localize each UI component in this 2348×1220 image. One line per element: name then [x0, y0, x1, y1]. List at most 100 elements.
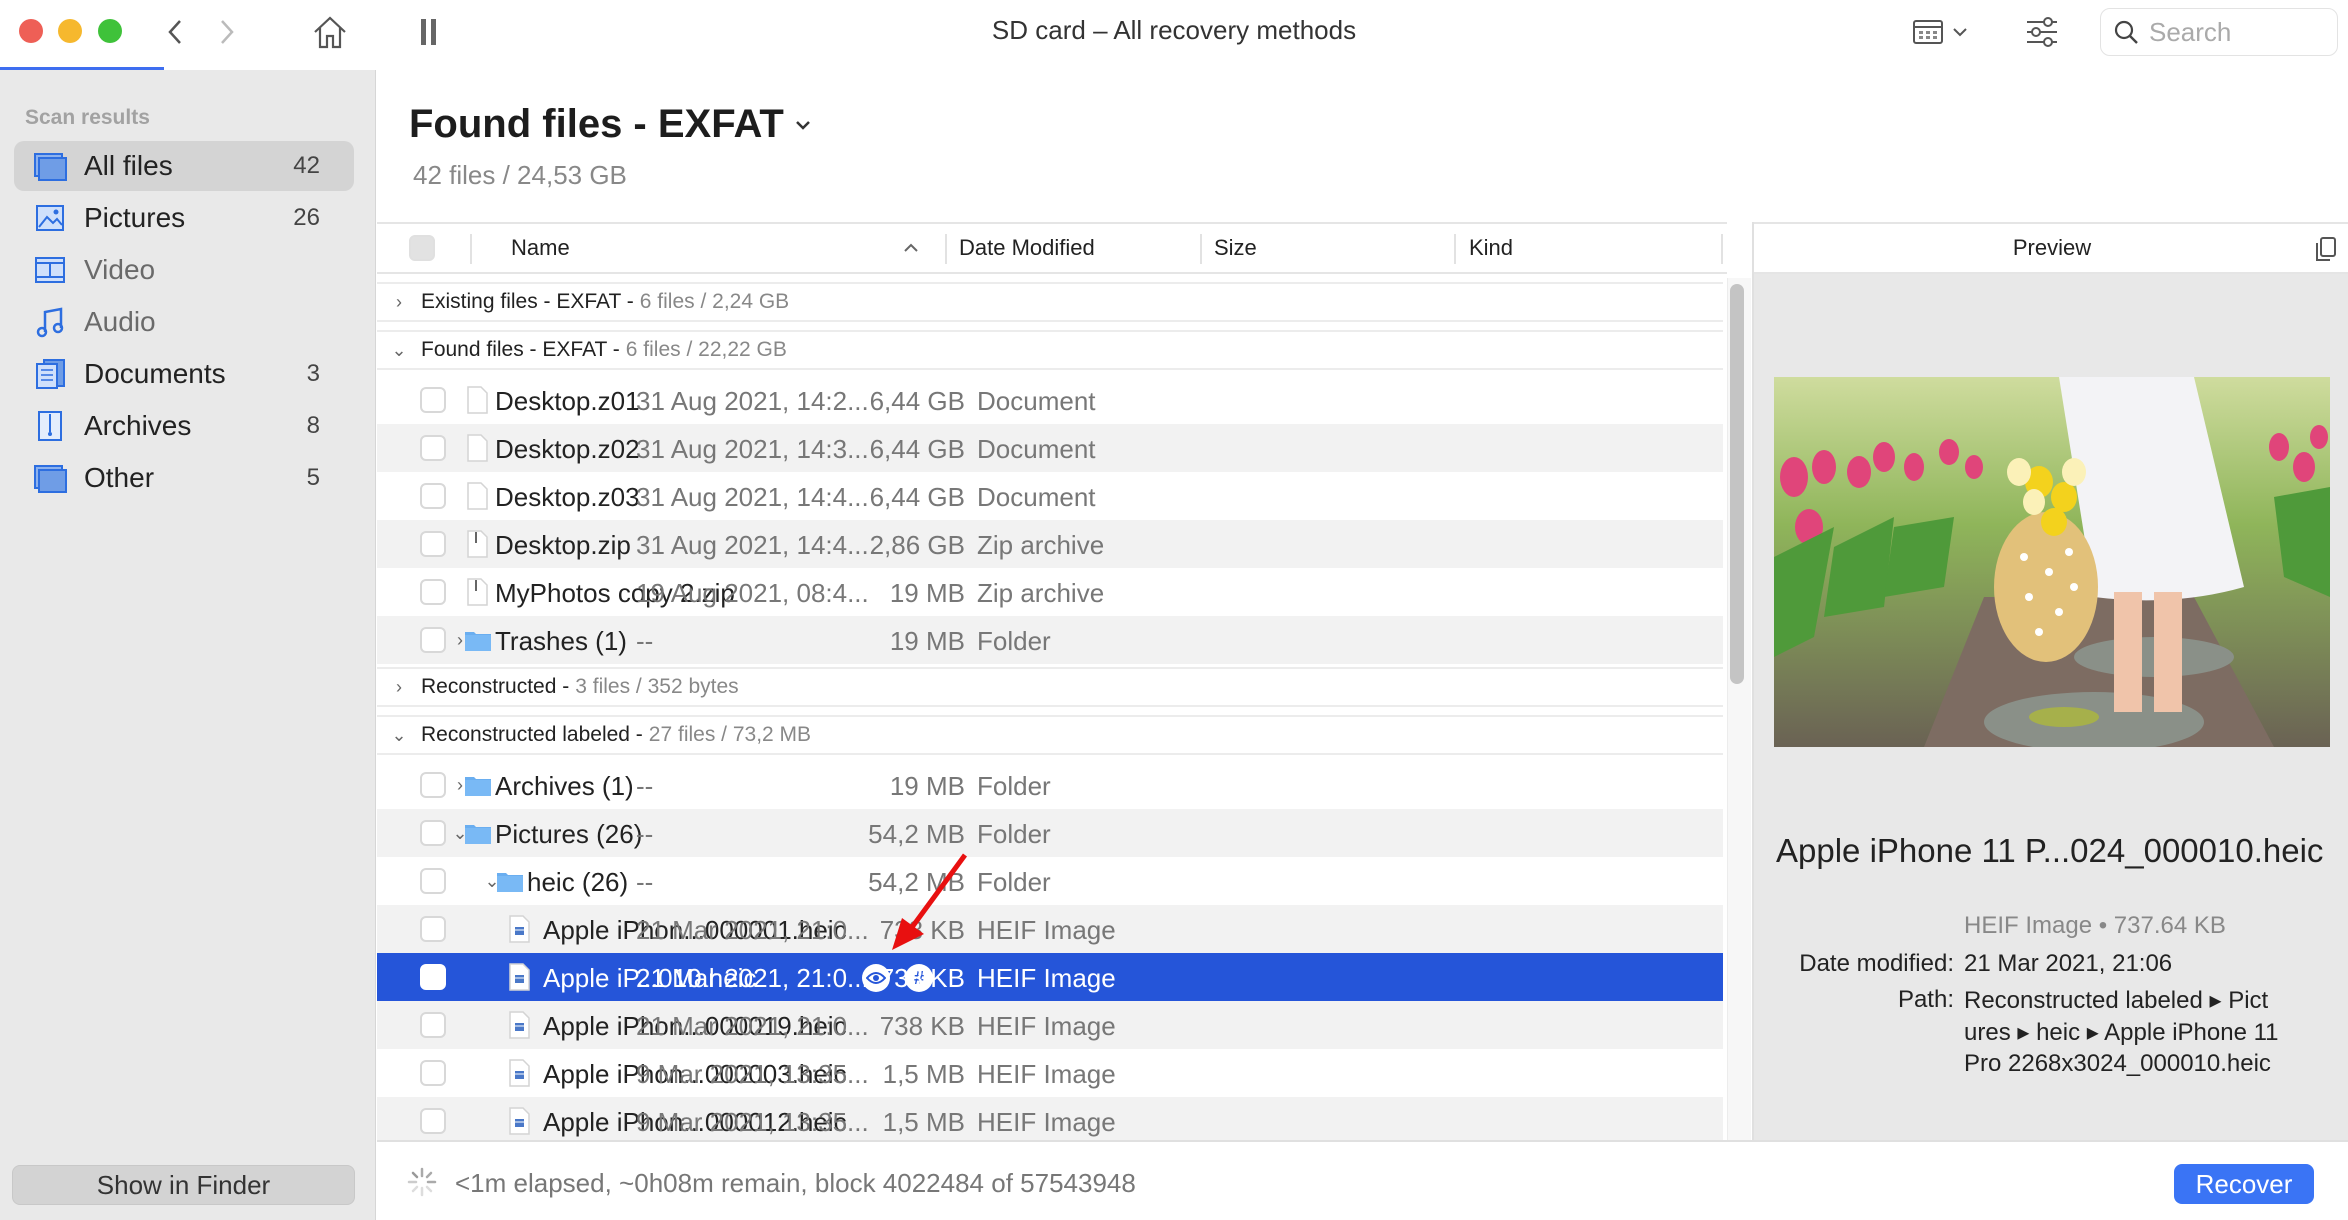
- row-checkbox[interactable]: [420, 820, 446, 846]
- column-header-date-label: Date Modified: [959, 235, 1095, 260]
- chevron-right-icon[interactable]: ›: [377, 677, 421, 698]
- row-checkbox[interactable]: [420, 868, 446, 894]
- pause-button[interactable]: [414, 12, 444, 52]
- preview-header: Preview: [1754, 222, 2348, 274]
- chevron-left-icon: [168, 20, 181, 44]
- file-size: 19 MB: [889, 771, 965, 801]
- table-row[interactable]: MyPhotos copy 2.zip 19 Aug 2021, 08:4... 1…: [377, 568, 1723, 616]
- copy-icon[interactable]: [2312, 236, 2338, 262]
- group-row-existing-files[interactable]: › Existing files - EXFAT - 6 files / 2,2…: [377, 282, 1723, 322]
- file-size: 738 KB: [879, 915, 965, 945]
- sidebar-item-label: Pictures: [84, 202, 186, 233]
- table-row[interactable]: Apple iPhon...000001.heic 21 Mar 2021, 21…: [377, 905, 1723, 953]
- table-row[interactable]: › Trashes (1) -- 19 MB Folder: [377, 616, 1723, 664]
- search-input[interactable]: [2149, 16, 2319, 48]
- file-name: Desktop.z01: [495, 386, 640, 416]
- column-separator[interactable]: [945, 234, 947, 264]
- table-row[interactable]: Apple iPhon...000012.heic 9 Mar 2021, 13:…: [377, 1097, 1723, 1140]
- column-separator[interactable]: [1454, 234, 1456, 264]
- select-all-checkbox-cell[interactable]: [409, 224, 435, 272]
- back-button[interactable]: [160, 12, 190, 52]
- show-in-finder-button[interactable]: Show in Finder: [12, 1165, 355, 1205]
- archives-icon: [30, 406, 70, 446]
- row-checkbox[interactable]: [420, 1060, 446, 1086]
- sidebar-item-documents[interactable]: Documents 3: [14, 349, 354, 399]
- recover-button[interactable]: Recover: [2174, 1164, 2314, 1204]
- file-kind: Document: [977, 482, 1096, 512]
- table-row[interactable]: › Archives (1) -- 19 MB Folder: [377, 761, 1723, 809]
- row-checkbox[interactable]: [420, 579, 446, 605]
- column-separator[interactable]: [470, 234, 472, 264]
- group-row-reconstructed[interactable]: › Reconstructed - 3 files / 352 bytes: [377, 667, 1723, 707]
- group-row-reconstructed-labeled[interactable]: ⌄ Reconstructed labeled - 27 files / 73,…: [377, 715, 1723, 755]
- app-window: SD card – All recovery methods Scan resu…: [0, 0, 2348, 1220]
- sidebar-item-all-files[interactable]: All files 42: [14, 141, 354, 191]
- row-checkbox[interactable]: [420, 483, 446, 509]
- chevron-down-icon[interactable]: ⌄: [377, 340, 421, 361]
- file-name: Pictures (26): [495, 819, 643, 849]
- table-row[interactable]: Desktop.zip 31 Aug 2021, 14:4... 2,86 GB Zi…: [377, 520, 1723, 568]
- file-kind: Folder: [977, 819, 1051, 849]
- sidebar-item-pictures[interactable]: Pictures 26: [14, 193, 354, 243]
- file-name: Desktop.z03: [495, 482, 640, 512]
- search-field[interactable]: [2100, 8, 2338, 56]
- table-row[interactable]: Desktop.z01 31 Aug 2021, 14:2... 6,44 GB Do…: [377, 376, 1723, 424]
- column-header-size[interactable]: Size: [1214, 224, 1257, 272]
- table-row[interactable]: Apple iPhon...000003.heic 9 Mar 2021, 13:…: [377, 1049, 1723, 1097]
- select-all-checkbox[interactable]: [409, 235, 435, 261]
- table-row[interactable]: ⌄ heic (26) -- 54,2 MB Folder: [377, 857, 1723, 905]
- group-name: Reconstructed -: [421, 675, 570, 698]
- table-scrollbar-thumb[interactable]: [1730, 284, 1744, 684]
- chevron-down-icon[interactable]: ⌄: [377, 725, 421, 746]
- table-row[interactable]: Apple iP...010.heic #21 Mar 2021, 21:0...…: [377, 953, 1723, 1001]
- row-checkbox[interactable]: [420, 627, 446, 653]
- row-checkbox[interactable]: [420, 435, 446, 461]
- zoom-window-button[interactable]: [98, 19, 122, 43]
- column-header-kind-label: Kind: [1469, 235, 1514, 260]
- column-separator[interactable]: [1721, 234, 1723, 264]
- row-checkbox[interactable]: [420, 387, 446, 413]
- sidebar-item-video[interactable]: Video: [14, 245, 354, 295]
- row-checkbox[interactable]: [420, 1012, 446, 1038]
- file-size: 54,2 MB: [868, 819, 965, 849]
- column-header-kind[interactable]: Kind: [1469, 224, 1513, 272]
- file-date: 31 Aug 2021, 14:4...: [636, 530, 869, 560]
- sidebar-item-label: Archives: [84, 410, 192, 441]
- group-row-found-files[interactable]: ⌄ Found files - EXFAT - 6 files / 22,22 …: [377, 330, 1723, 370]
- file-name: Trashes (1): [495, 626, 627, 656]
- group-name: Reconstructed labeled -: [421, 723, 643, 746]
- file-size: 1,5 MB: [882, 1059, 965, 1089]
- sidebar-item-audio[interactable]: Audio: [14, 297, 354, 347]
- page-title[interactable]: Found files - EXFAT: [409, 102, 812, 147]
- minimize-window-button[interactable]: [58, 19, 82, 43]
- home-button[interactable]: [308, 12, 352, 52]
- file-table: › Existing files - EXFAT - 6 files / 2,2…: [377, 278, 1727, 1140]
- chevron-right-icon[interactable]: ›: [377, 292, 421, 313]
- all-files-icon: [30, 146, 70, 186]
- filter-button[interactable]: [2022, 12, 2062, 52]
- table-row[interactable]: Desktop.z03 31 Aug 2021, 14:4... 6,44 GB Do…: [377, 472, 1723, 520]
- row-checkbox[interactable]: [420, 531, 446, 557]
- table-row[interactable]: Desktop.z02 31 Aug 2021, 14:3... 6,44 GB Do…: [377, 424, 1723, 472]
- row-checkbox[interactable]: [420, 916, 446, 942]
- table-row[interactable]: ⌄ Pictures (26) -- 54,2 MB Folder: [377, 809, 1723, 857]
- row-checkbox[interactable]: [420, 964, 446, 990]
- sidebar-item-archives[interactable]: Archives 8: [14, 401, 354, 451]
- forward-button[interactable]: [212, 12, 242, 52]
- sidebar-item-other[interactable]: Other 5: [14, 453, 354, 503]
- window-title: SD card – All recovery methods: [991, 15, 1357, 45]
- table-row[interactable]: Apple iPhon...000019.heic 21 Mar 2021, 21…: [377, 1001, 1723, 1049]
- preview-image: [1774, 377, 2330, 747]
- column-header-date[interactable]: Date Modified: [959, 224, 1095, 272]
- file-date: 31 Aug 2021, 14:4...: [636, 482, 869, 512]
- row-checkbox[interactable]: [420, 1108, 446, 1134]
- close-window-button[interactable]: [19, 19, 43, 43]
- sort-ascending-icon[interactable]: [903, 224, 919, 272]
- column-header-name[interactable]: Name: [511, 224, 811, 272]
- sidebar-heading: Scan results: [25, 106, 150, 129]
- image-file-icon: [505, 1058, 533, 1088]
- column-separator[interactable]: [1200, 234, 1202, 264]
- row-checkbox[interactable]: [420, 772, 446, 798]
- file-kind: Zip archive: [977, 578, 1105, 608]
- view-mode-button[interactable]: [1905, 12, 1975, 52]
